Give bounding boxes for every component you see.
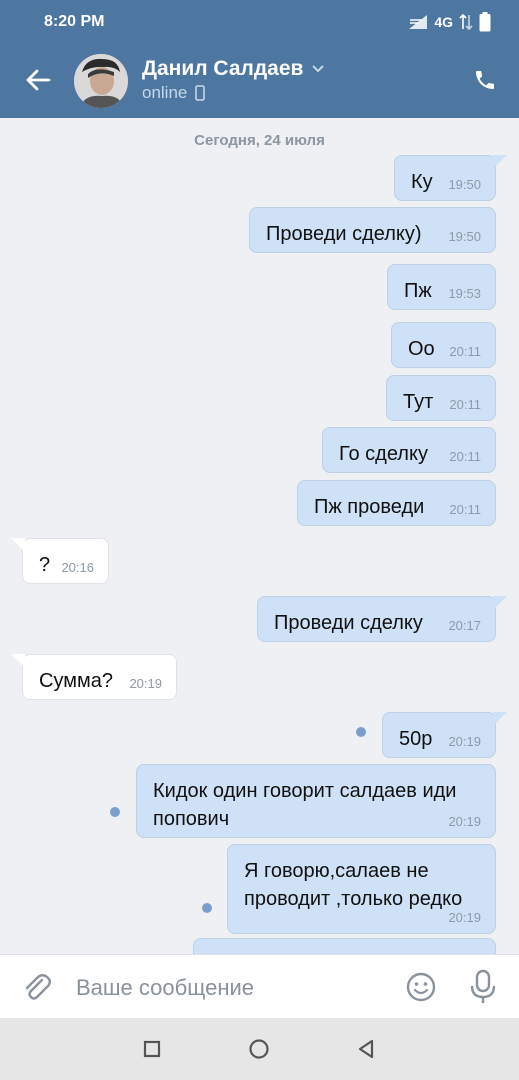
- message-text: Я говорю,салаев не проводит ,только редк…: [244, 860, 463, 910]
- message-text: Оо: [408, 338, 435, 360]
- message-bubble[interactable]: Кидок один говорит салдаев иди попович 2…: [136, 764, 496, 838]
- message-bubble-partial[interactable]: [193, 938, 496, 954]
- message-bubble[interactable]: Сумма? 20:19: [11, 654, 177, 700]
- status-time: 8:20 PM: [44, 13, 105, 30]
- recents-button[interactable]: [139, 1036, 165, 1062]
- message-time: 19:50: [448, 177, 481, 192]
- chat-header: Данил Салдаев online: [0, 44, 519, 118]
- message-bubble[interactable]: Оо 20:11: [391, 322, 496, 368]
- message-time: 19:53: [448, 286, 481, 301]
- message-text: Кидок один говорит салдаев иди попович: [153, 780, 457, 830]
- message-list[interactable]: Сегодня, 24 июля Ку 19:50 Проведи сделку…: [0, 118, 519, 954]
- emoji-button[interactable]: [404, 970, 438, 1004]
- message-bubble[interactable]: Пж проведи 20:11: [297, 480, 496, 526]
- message-bubble[interactable]: Тут 20:11: [386, 375, 496, 421]
- message-time: 20:19: [448, 814, 481, 829]
- message-time: 20:11: [449, 449, 481, 464]
- message-time: 20:16: [61, 560, 94, 575]
- message-text: ?: [39, 554, 51, 576]
- triangle-back-icon: [357, 1039, 375, 1059]
- square-icon: [143, 1040, 161, 1058]
- signal-icon: [408, 14, 428, 30]
- unread-indicator: [356, 727, 366, 737]
- message-text: Пж: [404, 280, 432, 302]
- paperclip-icon: [20, 971, 54, 1005]
- contact-name-row[interactable]: Данил Салдаев: [142, 57, 325, 81]
- network-type: 4G: [434, 14, 453, 30]
- message-time: 20:11: [449, 344, 481, 359]
- message-bubble[interactable]: Проведи сделку 20:17: [257, 596, 507, 642]
- message-time: 20:19: [448, 734, 481, 749]
- unread-indicator: [202, 903, 212, 913]
- message-text: Ку: [411, 171, 433, 193]
- message-text: Проведи сделку: [274, 612, 423, 634]
- message-bubble[interactable]: 50р 20:19: [382, 712, 507, 758]
- system-nav-bar: [0, 1018, 519, 1080]
- message-text: Проведи сделку): [266, 223, 422, 245]
- message-text: Тут: [403, 391, 434, 413]
- message-composer: [0, 954, 519, 1018]
- circle-icon: [248, 1038, 270, 1060]
- phone-icon: [473, 68, 497, 92]
- message-text: Го сделку: [339, 443, 428, 465]
- call-button[interactable]: [469, 64, 501, 96]
- message-bubble[interactable]: Я говорю,салаев не проводит ,только редк…: [227, 844, 496, 934]
- voice-record-button[interactable]: [466, 968, 500, 1006]
- message-time: 20:19: [448, 910, 481, 925]
- arrow-left-icon: [25, 69, 51, 91]
- avatar[interactable]: [74, 54, 128, 108]
- message-bubble[interactable]: ? 20:16: [11, 538, 109, 584]
- message-time: 19:50: [448, 229, 481, 244]
- avatar-photo-icon: [74, 54, 128, 108]
- chevron-down-icon: [311, 64, 325, 74]
- contact-status: online: [142, 83, 206, 103]
- back-button[interactable]: [22, 64, 54, 96]
- unread-indicator: [110, 807, 120, 817]
- back-nav-button[interactable]: [353, 1036, 379, 1062]
- message-bubble[interactable]: Пж 19:53: [387, 264, 496, 310]
- microphone-icon: [466, 968, 500, 1006]
- message-time: 20:19: [129, 676, 162, 691]
- home-button[interactable]: [246, 1036, 272, 1062]
- message-time: 20:17: [448, 618, 481, 633]
- message-text: Пж проведи: [314, 496, 425, 518]
- battery-icon: [479, 12, 491, 32]
- status-bar: 8:20 PM 4G: [0, 0, 519, 44]
- message-bubble[interactable]: Го сделку 20:11: [322, 427, 496, 473]
- smiley-icon: [404, 970, 438, 1004]
- message-input[interactable]: [76, 971, 376, 1005]
- message-text: Сумма?: [39, 670, 113, 692]
- message-bubble[interactable]: Ку 19:50: [394, 155, 507, 201]
- contact-name: Данил Салдаев: [142, 57, 304, 80]
- data-arrows-icon: [459, 13, 473, 31]
- date-separator: Сегодня, 24 июля: [194, 132, 325, 149]
- mobile-device-icon: [195, 85, 206, 101]
- message-time: 20:11: [449, 397, 481, 412]
- status-icons: 4G: [408, 10, 491, 34]
- message-time: 20:11: [449, 502, 481, 517]
- attach-button[interactable]: [20, 971, 54, 1005]
- message-bubble[interactable]: Проведи сделку) 19:50: [249, 207, 496, 253]
- message-text: 50р: [399, 728, 433, 750]
- online-status: online: [142, 83, 188, 102]
